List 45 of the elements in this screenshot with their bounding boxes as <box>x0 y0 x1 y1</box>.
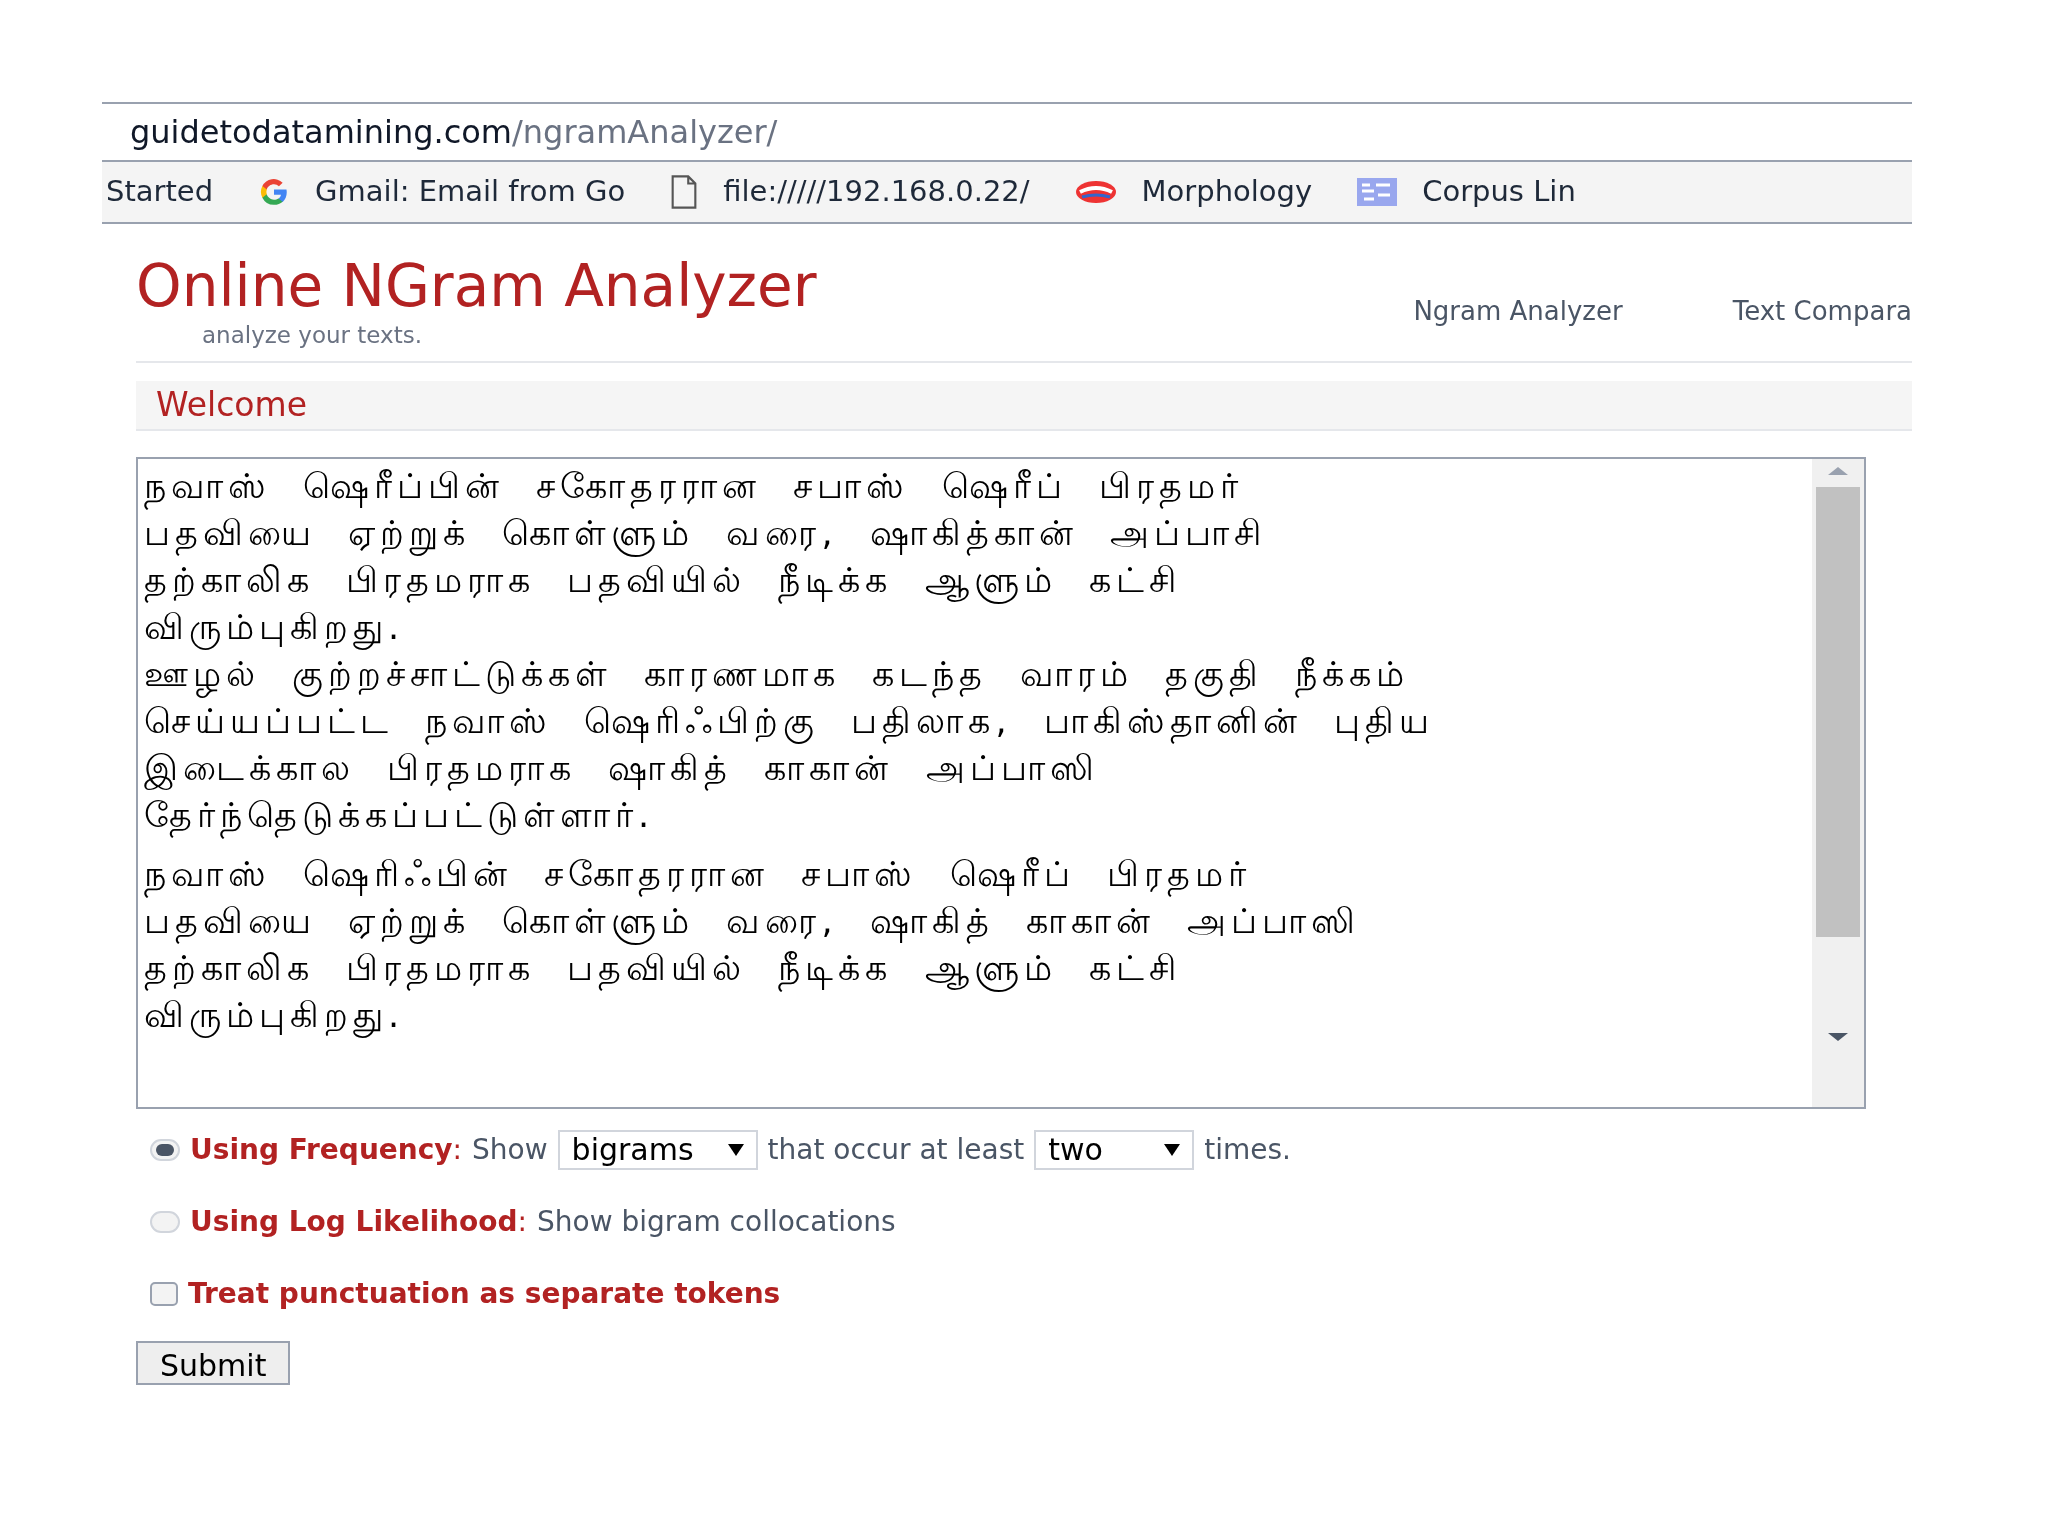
punctuation-checkbox[interactable] <box>150 1281 178 1306</box>
scroll-down-icon[interactable] <box>1828 1032 1848 1041</box>
text-line: பதவியை ஏற்றுக் கொள்ளும் வரை, ஷாகித்கான் அப்பாசி <box>144 509 1812 557</box>
caret-icon <box>1164 1143 1181 1156</box>
option-text: Show bigram collocations <box>537 1203 896 1240</box>
scroll-up-icon[interactable] <box>1828 466 1848 475</box>
dropdown[interactable]: bigrams <box>557 1129 758 1170</box>
option-label: Using Log Likelihood: <box>190 1203 527 1240</box>
text-line: நவாஸ் ஷெரிஃபின் சகோதரரான சபாஸ் ஷெரீப் பிரதமர் <box>144 850 1812 898</box>
text-line: ஊழல் குற்றச்சாட்டுக்கள் காரணமாக கடந்த வாரம் தகுதி நீக்கம் <box>144 650 1812 698</box>
text-line: தற்காலிக பிரதமராக பதவியில் நீடிக்க ஆளும் கட்சி <box>144 944 1812 992</box>
url-path[interactable]: /ngramAnalyzer/ <box>512 108 778 156</box>
text-line: நவாஸ் ஷெரீப்பின் சகோதரரான சபாஸ் ஷெரீப் பிரதமர் <box>144 462 1812 510</box>
section-heading: Welcome <box>156 383 307 426</box>
caret-icon <box>727 1143 744 1156</box>
scrollbar[interactable] <box>1812 458 1864 1107</box>
dropdown[interactable]: two <box>1034 1129 1195 1170</box>
scrollbar-thumb[interactable] <box>1816 486 1860 937</box>
option-text: Show <box>472 1131 548 1168</box>
bookmark-link[interactable]: Corpus Lin <box>1422 170 1576 214</box>
submit-button[interactable]: Submit <box>136 1340 291 1385</box>
text-line: பதவியை ஏற்றுக் கொள்ளும் வரை, ஷாகித் காகான் அப்பாஸி <box>144 897 1812 945</box>
text-line: விரும்புகிறது. <box>144 991 1812 1039</box>
text-line: இடைக்கால பிரதமராக ஷாகித் காகான் அப்பாஸி <box>144 744 1812 792</box>
nav-link[interactable]: Ngram Analyzer <box>1413 291 1623 331</box>
punctuation-label: Treat punctuation as separate tokens <box>188 1275 781 1312</box>
image-icon <box>1356 177 1399 207</box>
site-title: Online NGram Analyzer <box>136 254 817 318</box>
url-host[interactable]: guidetodatamining.com <box>130 108 513 156</box>
option-text: times. <box>1204 1131 1291 1168</box>
nav-link[interactable]: Text Compara <box>1732 291 1912 331</box>
site-tagline: analyze your texts. <box>201 321 424 350</box>
bookmark-link[interactable]: Started <box>106 170 214 214</box>
option-label: Using Frequency: <box>190 1131 463 1168</box>
text-line: செய்யப்பட்ட நவாஸ் ஷெரிஃபிற்கு பதிலாக, பாகிஸ்தானின் புதிய <box>144 697 1812 745</box>
text-area[interactable] <box>136 456 1866 1109</box>
bookmark-link[interactable]: Gmail: Email from Go <box>315 170 626 214</box>
text-line: விரும்புகிறது. <box>144 603 1812 651</box>
text-line: தற்காலிக பிரதமராக பதவியில் நீடிக்க ஆளும் கட்சி <box>144 556 1812 604</box>
option-text: that occur at least <box>767 1131 1025 1168</box>
radio-button[interactable] <box>150 1210 180 1233</box>
bookmark-link[interactable]: file://///192.168.0.22/ <box>723 170 1030 214</box>
radio-button[interactable] <box>150 1138 180 1161</box>
bookmark-link[interactable]: Morphology <box>1141 170 1313 214</box>
text-line: தேர்ந்தெடுக்கப்பட்டுள்ளார். <box>144 791 1812 839</box>
